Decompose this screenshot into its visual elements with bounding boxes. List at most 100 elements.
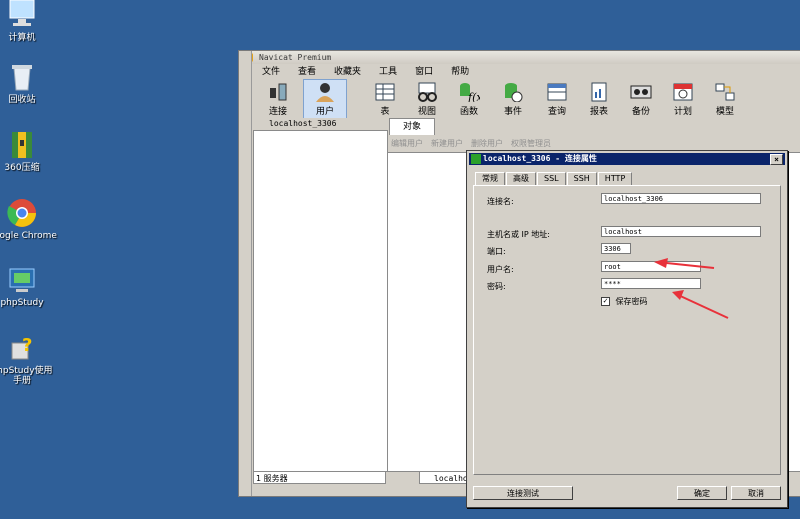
- toolbar-label: 模型: [715, 107, 734, 117]
- desktop-icon-phpstudy[interactable]: phpStudy: [0, 265, 57, 308]
- toolbar-label: 连接: [268, 107, 287, 117]
- desktop-icon-recycle-bin[interactable]: 回收站: [0, 62, 57, 105]
- toolbar-label: 报表: [589, 107, 608, 117]
- user-icon: [314, 82, 336, 102]
- tab-http[interactable]: HTTP: [597, 172, 633, 185]
- desktop-icon-label: 回收站: [8, 95, 36, 105]
- toolbar-label: 用户: [315, 107, 334, 117]
- port-input[interactable]: 3306: [601, 243, 631, 254]
- computer-icon: [6, 0, 38, 30]
- general-panel: 连接名: localhost_3306 主机名或 IP 地址: localhos…: [473, 185, 781, 475]
- cancel-button[interactable]: 取消: [731, 486, 781, 500]
- svg-text:f(x): f(x): [467, 91, 480, 102]
- delete-user-action[interactable]: 删除用户: [471, 137, 503, 151]
- toolbar-label: 计划: [673, 107, 692, 117]
- toolbar-label: 视图: [417, 107, 436, 117]
- close-button[interactable]: ×: [770, 154, 783, 165]
- query-icon: [546, 82, 568, 102]
- toolbar-query-button[interactable]: 查询: [536, 80, 578, 118]
- help-manual-icon: ?: [6, 333, 38, 363]
- toolbar-label: 表: [380, 107, 390, 117]
- password-label: 密码:: [487, 282, 506, 291]
- connection-tree[interactable]: [253, 130, 388, 472]
- object-action-bar: 编辑用户 新建用户 删除用户 权限管理员: [389, 137, 800, 151]
- status-bar-server-count: 1 服务器: [253, 471, 386, 484]
- desktop-icon-label: phpStudy: [0, 298, 44, 308]
- password-arrow: [675, 293, 729, 319]
- toolbar-label: 查询: [547, 107, 566, 117]
- checkbox-check-icon: ✓: [601, 297, 610, 306]
- edit-user-action[interactable]: 编辑用户: [391, 137, 423, 151]
- connections-tab[interactable]: localhost_3306: [253, 118, 386, 130]
- dialog-tabs: 常规 高级 SSL SSH HTTP: [475, 172, 633, 186]
- test-connection-button[interactable]: 连接测试: [473, 486, 573, 500]
- table-icon: [374, 82, 396, 102]
- connection-name-input[interactable]: localhost_3306: [601, 193, 761, 204]
- toolbar-label: 函数: [459, 107, 478, 117]
- toolbar-function-button[interactable]: f(x) 函数: [448, 80, 490, 118]
- host-input[interactable]: localhost: [601, 226, 761, 237]
- window-title-bar: Navicat Premium: [239, 51, 800, 64]
- username-arrow-head: [654, 258, 668, 268]
- archive-icon: [6, 130, 38, 160]
- ok-button[interactable]: 确定: [677, 486, 727, 500]
- tab-ssh[interactable]: SSH: [566, 172, 597, 185]
- annotation-arrows: [654, 258, 729, 319]
- menu-tools[interactable]: 工具: [370, 65, 406, 79]
- desktop-icon-label: 360压缩: [4, 163, 40, 173]
- window-title: Navicat Premium: [259, 53, 332, 62]
- menu-help[interactable]: 帮助: [442, 65, 478, 79]
- view-glasses-icon: [416, 82, 438, 102]
- host-label: 主机名或 IP 地址:: [487, 230, 550, 239]
- chrome-icon: [6, 198, 38, 228]
- tab-advanced[interactable]: 高级: [506, 172, 536, 185]
- tab-ssl[interactable]: SSL: [537, 172, 566, 185]
- toolbar-view-button[interactable]: 视图: [406, 80, 448, 118]
- dialog-title: localhost_3306 - 连接属性: [483, 154, 597, 163]
- dialog-title-bar: localhost_3306 - 连接属性 ×: [469, 153, 785, 165]
- toolbar: 连接 用户 表 视图 f(x) 函数 事件 查询 报表: [253, 79, 800, 119]
- navicat-connection-icon: [471, 154, 481, 164]
- connection-name-label: 连接名:: [487, 197, 514, 206]
- toolbar-event-button[interactable]: 事件: [492, 80, 534, 118]
- desktop-icon-computer[interactable]: 计算机: [0, 0, 57, 43]
- plug-icon: [267, 82, 289, 102]
- toolbar-user-button[interactable]: 用户: [303, 79, 347, 119]
- desktop-icon-chrome[interactable]: Google Chrome: [0, 198, 57, 241]
- menu-view[interactable]: 查看: [289, 65, 325, 79]
- toolbar-label: 事件: [503, 107, 522, 117]
- event-icon: [502, 82, 524, 103]
- toolbar-report-button[interactable]: 报表: [578, 80, 620, 118]
- new-user-action[interactable]: 新建用户: [431, 137, 463, 151]
- desktop-icon-label: 计算机: [8, 33, 36, 43]
- function-icon: f(x): [458, 82, 487, 104]
- privilege-manager-action[interactable]: 权限管理员: [511, 137, 551, 151]
- status-bar-connection: localhost: [419, 471, 469, 484]
- menu-file[interactable]: 文件: [253, 65, 289, 79]
- tab-general[interactable]: 常规: [475, 172, 505, 186]
- menu-bar: 文件 查看 收藏夹 工具 窗口 帮助: [253, 65, 478, 79]
- model-icon: [714, 82, 736, 102]
- desktop-icon-360zip[interactable]: 360压缩: [0, 130, 57, 173]
- calendar-icon: [672, 82, 694, 102]
- side-strip: [239, 51, 252, 496]
- toolbar-model-button[interactable]: 模型: [704, 80, 746, 118]
- svg-text:?: ?: [22, 335, 32, 356]
- menu-window[interactable]: 窗口: [406, 65, 442, 79]
- phpstudy-icon: [6, 265, 38, 295]
- objects-tab[interactable]: 对象: [389, 118, 435, 135]
- report-icon: [588, 82, 610, 102]
- toolbar-label: 备份: [631, 107, 650, 117]
- desktop-icon-phpstudy-manual[interactable]: ? phpStudy使用手册: [0, 333, 57, 386]
- toolbar-schedule-button[interactable]: 计划: [662, 80, 704, 118]
- recycle-bin-icon: [6, 62, 38, 92]
- toolbar-connect-button[interactable]: 连接: [257, 80, 299, 118]
- port-label: 端口:: [487, 247, 506, 256]
- desktop-icon-label: Google Chrome: [0, 231, 57, 241]
- menu-favorites[interactable]: 收藏夹: [325, 65, 370, 79]
- toolbar-backup-button[interactable]: 备份: [620, 80, 662, 118]
- desktop-icon-label: phpStudy使用手册: [0, 366, 53, 386]
- username-label: 用户名:: [487, 265, 514, 274]
- toolbar-table-button[interactable]: 表: [364, 80, 406, 118]
- backup-tape-icon: [630, 82, 652, 102]
